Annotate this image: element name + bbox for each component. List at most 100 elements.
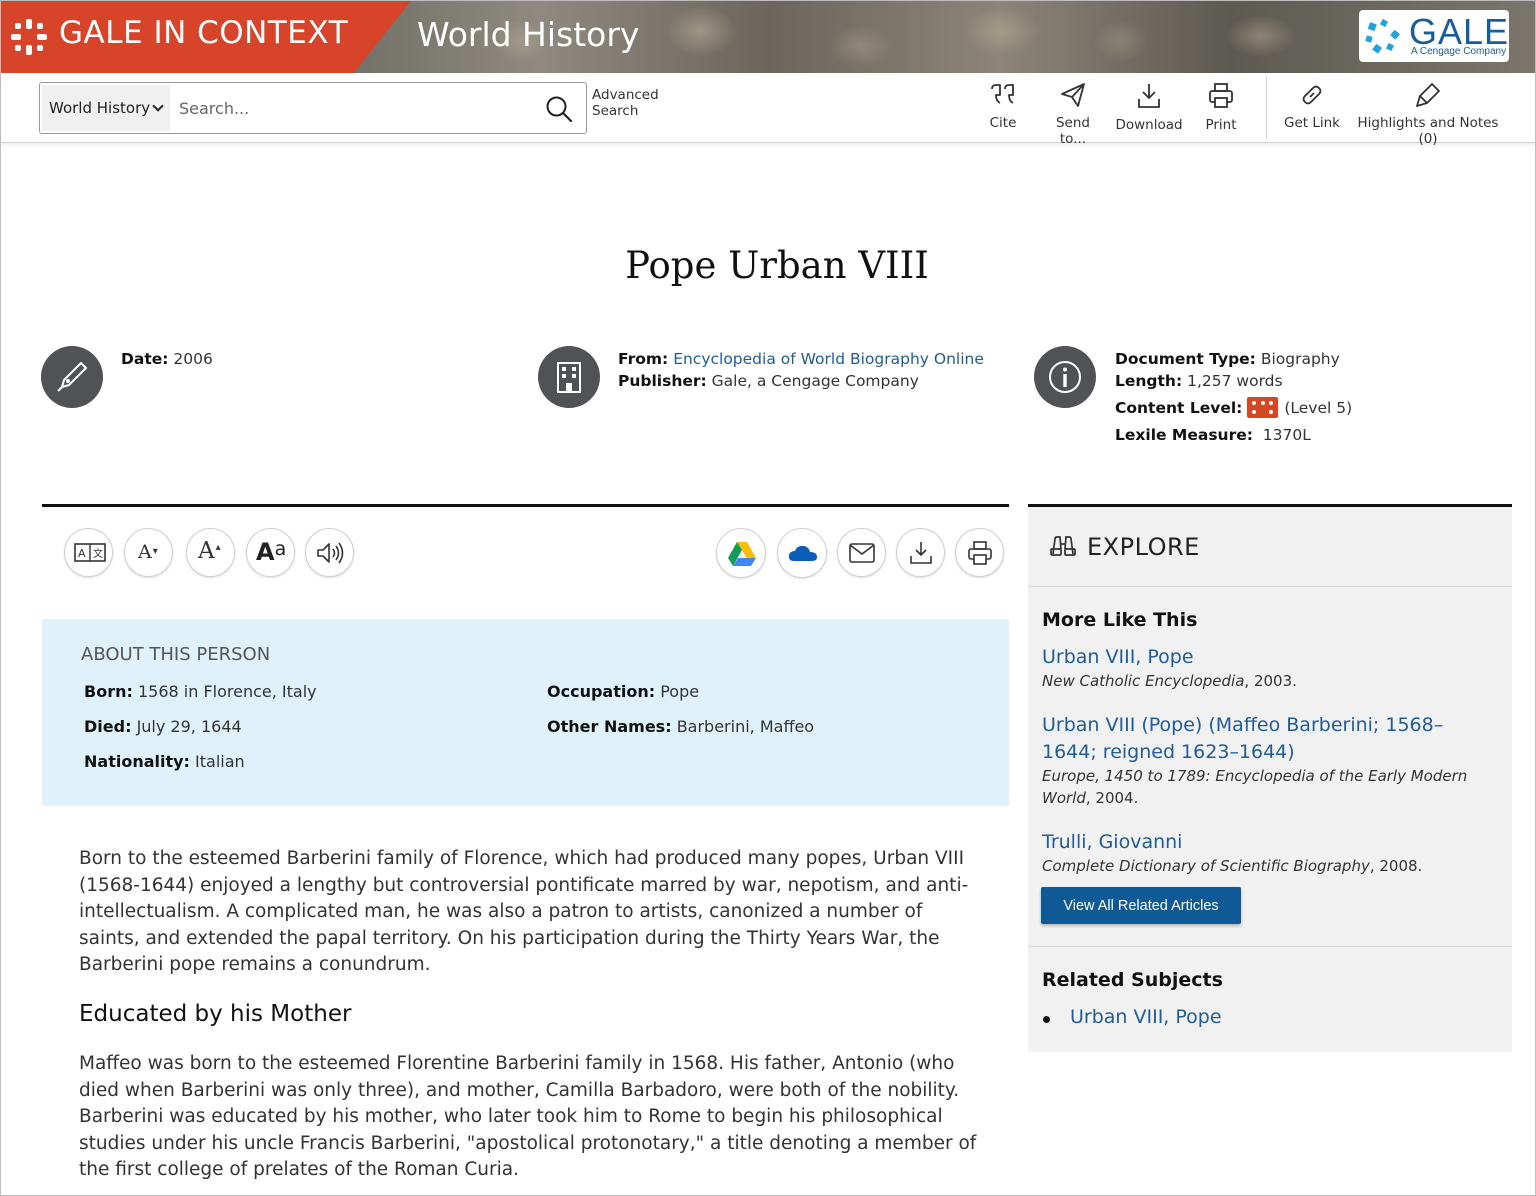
explore-panel: EXPLORE More Like This Urban VIII, Pope … <box>1028 507 1512 1052</box>
print-button[interactable]: Print <box>1201 81 1241 141</box>
advanced-search-line1: Advanced <box>592 87 659 103</box>
decrease-font-button[interactable]: A▾ <box>124 528 173 577</box>
meta-date: Date: 2006 <box>121 348 213 370</box>
font-style-button[interactable]: Aa <box>246 528 295 577</box>
nationality-field: Nationality: Italian <box>84 752 245 771</box>
google-drive-button[interactable] <box>716 528 766 578</box>
translate-button[interactable]: A 文 <box>64 528 113 577</box>
content-level-value: (Level 5) <box>1284 399 1353 417</box>
gale-in-context-logo-icon <box>11 19 47 55</box>
nationality-label: Nationality: <box>84 752 190 771</box>
header-banner: GALE IN CONTEXT World History GALE A Cen… <box>1 1 1535 73</box>
section-heading: Educated by his Mother <box>79 1001 352 1027</box>
reader-print-button[interactable] <box>955 528 1004 577</box>
send-to-button[interactable]: Send to... <box>1041 81 1105 147</box>
from-label: From: <box>618 350 669 368</box>
link-icon <box>1302 85 1322 105</box>
died-value: July 29, 1644 <box>136 717 242 736</box>
source-year: , 2004. <box>1085 789 1139 807</box>
info-icon <box>1049 361 1081 393</box>
length-label: Length: <box>1115 372 1183 390</box>
related-article-link[interactable]: Urban VIII, Pope <box>1042 644 1492 671</box>
brand-block[interactable]: GALE IN CONTEXT <box>1 1 411 73</box>
printer-icon <box>1209 83 1233 108</box>
building-circle <box>538 346 600 408</box>
explore-header: EXPLORE <box>1028 507 1512 587</box>
chevron-down-icon <box>152 100 164 112</box>
related-article-source: Europe, 1450 to 1789: Encyclopedia of th… <box>1042 765 1472 809</box>
lexile-label: Lexile Measure: <box>1115 426 1253 444</box>
search-scope-select[interactable]: World History <box>42 85 170 131</box>
email-icon <box>849 543 875 563</box>
onedrive-button[interactable] <box>777 528 827 578</box>
doc-type-value: Biography <box>1260 350 1340 368</box>
gale-logo-sub: A Cengage Company <box>1411 46 1507 57</box>
related-subjects-heading: Related Subjects <box>1042 969 1223 991</box>
search-input[interactable] <box>176 85 536 131</box>
other-names-value: Barberini, Maffeo <box>676 717 815 736</box>
source-link[interactable]: Encyclopedia of World Biography Online <box>673 350 984 368</box>
search-box: World History <box>39 82 587 134</box>
quote-icon <box>991 84 1014 104</box>
related-article-link[interactable]: Urban VIII (Pope) (Maffeo Barberini; 156… <box>1042 712 1492 766</box>
date-label: Date: <box>121 350 169 368</box>
gale-logo[interactable]: GALE A Cengage Company <box>1359 10 1509 62</box>
explore-divider <box>1028 946 1512 947</box>
length-value: 1,257 words <box>1187 372 1283 390</box>
search-scope-label: World History <box>49 99 151 117</box>
increase-font-icon: A▴ <box>198 538 221 564</box>
nationality-value: Italian <box>195 752 245 771</box>
send-to-label: Send to... <box>1055 115 1090 147</box>
print-label: Print <box>1205 117 1237 133</box>
related-subject-link[interactable]: Urban VIII, Pope <box>1070 1004 1520 1031</box>
occupation-field: Occupation: Pope <box>547 682 699 701</box>
died-label: Died: <box>84 717 132 736</box>
about-heading: ABOUT THIS PERSON <box>81 644 271 665</box>
speaker-icon <box>317 542 344 564</box>
onedrive-icon <box>788 545 817 561</box>
date-value: 2006 <box>173 350 213 368</box>
related-article-link[interactable]: Trulli, Giovanni <box>1042 829 1492 856</box>
pen-nib-icon <box>57 362 87 392</box>
content-level-dice-icon <box>1247 397 1279 418</box>
search-icon[interactable] <box>545 95 573 123</box>
source-title: Complete Dictionary of Scientific Biogra… <box>1042 857 1370 875</box>
get-link-label: Get Link <box>1284 115 1340 131</box>
related-article-source: New Catholic Encyclopedia, 2003. <box>1042 670 1472 692</box>
reader-download-button[interactable] <box>896 528 945 577</box>
occupation-label: Occupation: <box>547 682 656 701</box>
other-names-field: Other Names: Barberini, Maffeo <box>547 717 814 736</box>
highlights-notes-label: Highlights and Notes (0) <box>1357 115 1499 147</box>
source-year: , 2008. <box>1369 857 1423 875</box>
print-icon <box>968 541 992 565</box>
product-title[interactable]: World History <box>417 15 639 54</box>
explore-title: EXPLORE <box>1087 533 1200 561</box>
about-this-person-panel: ABOUT THIS PERSON Born: 1568 in Florence… <box>42 619 1009 806</box>
cite-button[interactable]: Cite <box>985 81 1021 141</box>
born-value: 1568 in Florence, Italy <box>137 682 317 701</box>
get-link-button[interactable]: Get Link <box>1283 81 1341 141</box>
increase-font-button[interactable]: A▴ <box>186 528 235 577</box>
bullet-icon <box>1043 1016 1050 1023</box>
toolbar-divider <box>1266 77 1267 139</box>
advanced-search-link[interactable]: Advanced Search <box>592 87 659 119</box>
binoculars-icon <box>1050 536 1076 556</box>
died-field: Died: July 29, 1644 <box>84 717 242 736</box>
article-intro-paragraph: Born to the esteemed Barberini family of… <box>79 848 969 976</box>
doc-type-label: Document Type: <box>1115 350 1256 368</box>
brand-title: GALE IN CONTEXT <box>59 15 349 51</box>
listen-button[interactable] <box>305 528 354 577</box>
lexile-value: 1370L <box>1262 426 1311 444</box>
content-level-label: Content Level: <box>1115 399 1243 417</box>
download-button[interactable]: Download <box>1115 81 1183 141</box>
cite-label: Cite <box>989 115 1017 131</box>
view-all-related-articles-button[interactable]: View All Related Articles <box>1041 887 1241 924</box>
article-section-paragraph: Maffeo was born to the esteemed Florenti… <box>79 1053 977 1181</box>
email-button[interactable] <box>837 528 886 577</box>
born-label: Born: <box>84 682 133 701</box>
meta-details: Document Type: Biography Length: 1,257 w… <box>1115 348 1352 446</box>
download-label: Download <box>1115 117 1183 133</box>
highlights-notes-button[interactable]: Highlights and Notes (0) <box>1351 81 1505 147</box>
svg-text:A: A <box>78 547 86 560</box>
pen-circle <box>41 346 103 408</box>
